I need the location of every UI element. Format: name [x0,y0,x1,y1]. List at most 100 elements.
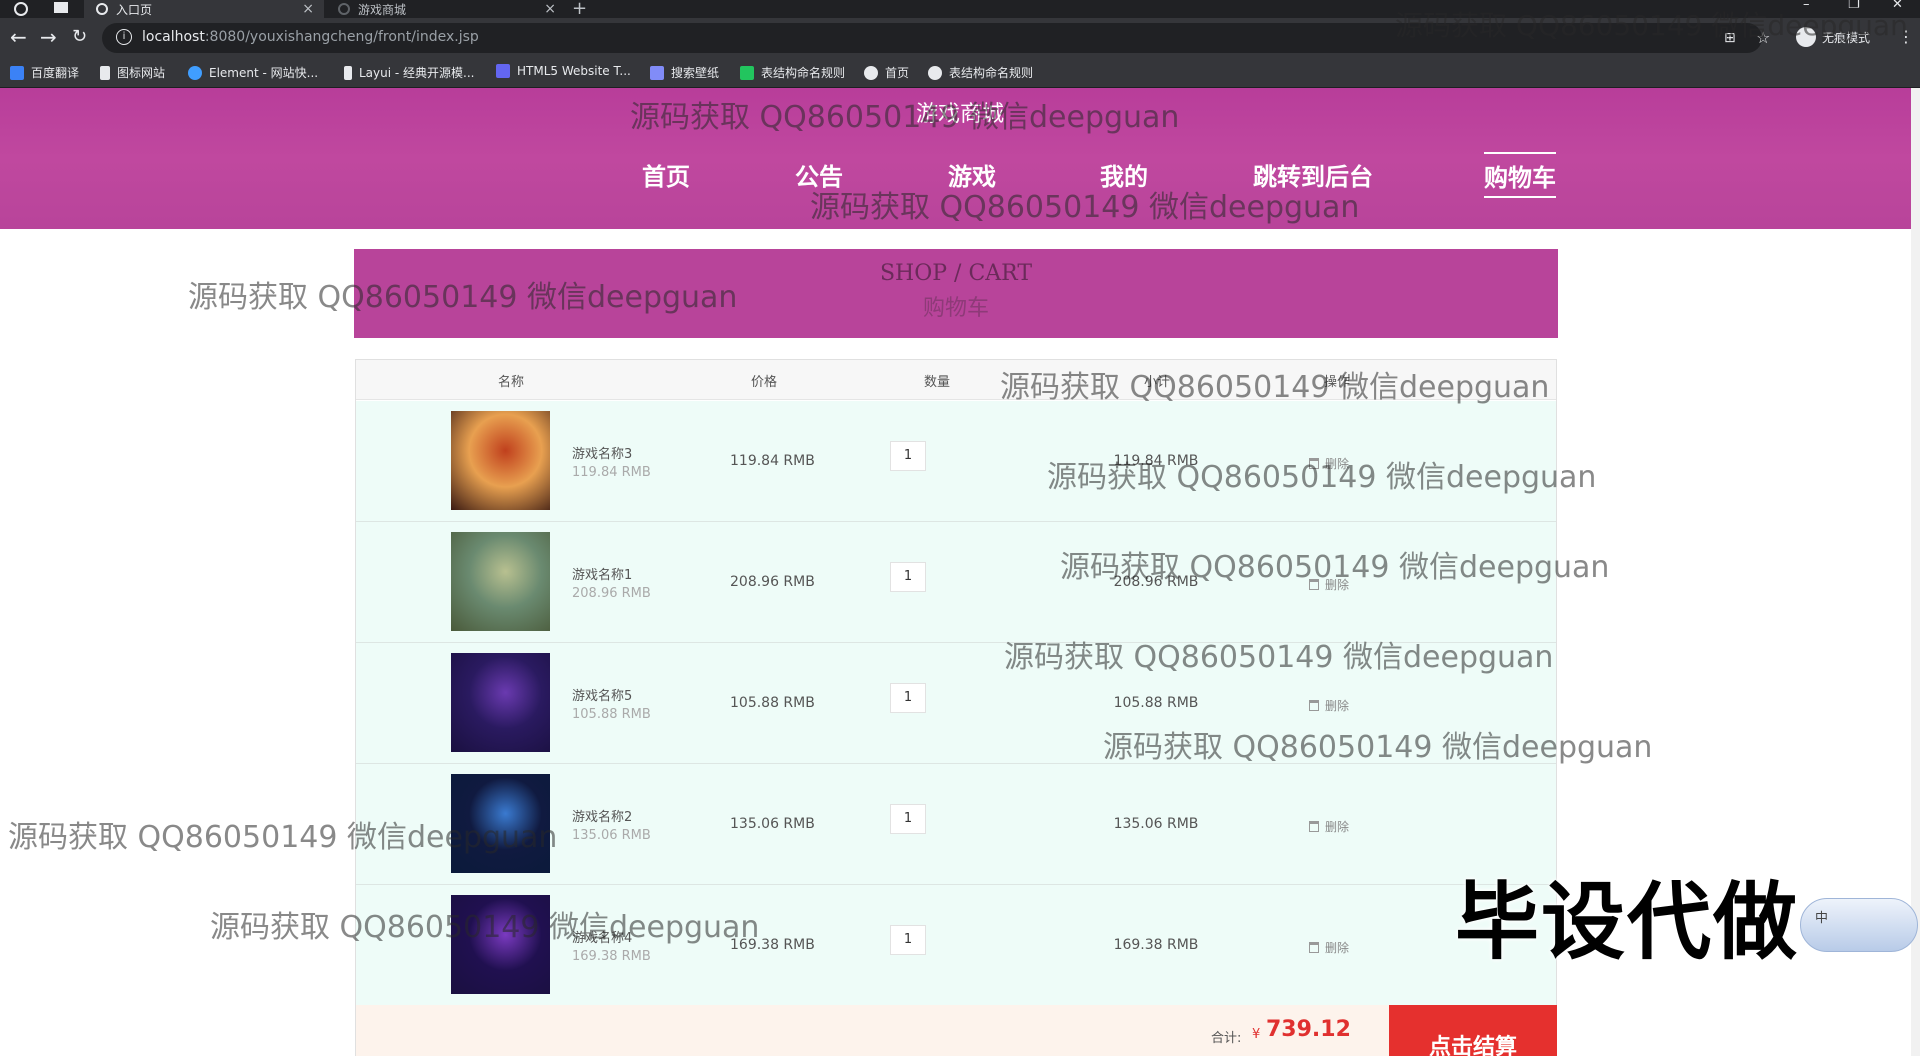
item-subtotal: 105.88 RMB [1113,695,1199,711]
game-name[interactable]: 游戏名称5 [572,685,632,704]
game-name[interactable]: 游戏名称1 [572,564,632,583]
trash-icon [1309,942,1319,953]
ime-toolbar[interactable]: 中 [1800,898,1918,952]
delete-button[interactable]: 删除 [1309,939,1349,956]
trash-icon [1309,821,1319,832]
bookmark-item[interactable]: 百度翻译 [10,64,79,81]
restore-icon[interactable]: ❐ [1848,0,1860,12]
quantity-input[interactable]: 1 [890,925,926,955]
url-text[interactable]: localhost:8080/youxishangcheng/front/ind… [142,29,479,45]
bookmark-label: HTML5 Website T... [517,64,631,78]
close-icon[interactable]: × [544,1,556,17]
item-subtotal: 208.96 RMB [1113,574,1199,590]
bookmark-label: Layui - 经典开源模... [359,66,475,80]
quantity-input[interactable]: 1 [890,441,926,471]
star-icon[interactable]: ☆ [1756,28,1770,47]
game-name[interactable]: 游戏名称4 [572,927,632,946]
bookmark-item[interactable]: 搜索壁纸 [650,64,719,81]
close-icon[interactable]: × [302,1,314,17]
item-price: 208.96 RMB [730,574,815,590]
game-thumbnail[interactable] [451,532,550,631]
game-unit-price: 169.38 RMB [572,949,651,964]
menu-icon[interactable]: ⋮ [1898,27,1914,46]
cart-banner-zh: 购物车 [922,296,989,321]
currency-symbol: ¥ [1252,1027,1261,1042]
game-name[interactable]: 游戏名称2 [572,806,632,825]
layui-icon [344,65,352,80]
bookmark-label: 图标网站 [117,66,166,80]
item-price: 105.88 RMB [730,695,815,711]
bookmarks-bar: 百度翻译 图标网站 Element - 网站快... Layui - 经典开源模… [0,58,1920,88]
element-icon [188,65,202,80]
tab-entry-page[interactable]: 入口页 × [84,0,324,18]
delete-button[interactable]: 删除 [1309,455,1349,472]
main-nav: 首页 公告 游戏 我的 跳转到后台 购物车 [0,152,1920,198]
nav-notice[interactable]: 公告 [795,152,843,198]
game-name[interactable]: 游戏名称3 [572,443,632,462]
site-title: 游戏商城 [915,102,1004,127]
globe-icon [864,65,878,80]
bookmark-item[interactable]: Element - 网站快... [188,64,318,81]
game-unit-price: 119.84 RMB [572,465,651,480]
delete-label: 删除 [1325,457,1350,471]
minimize-icon[interactable]: – [1803,0,1810,12]
html5-icon [496,64,510,78]
header-subtotal: 小计 [1144,375,1171,390]
delete-label: 删除 [1325,820,1350,834]
delete-label: 删除 [1325,578,1350,592]
quantity-input[interactable]: 1 [890,683,926,713]
back-icon[interactable]: ← [10,25,27,49]
game-thumbnail[interactable] [451,895,550,994]
new-tab-button[interactable]: + [572,0,587,19]
game-thumbnail[interactable] [451,653,550,752]
quantity-input[interactable]: 1 [890,804,926,834]
info-icon[interactable]: i [116,29,132,45]
globe-icon [928,65,942,80]
nav-cart[interactable]: 购物车 [1484,152,1556,198]
promo-overlay-text: 毕设代做 [1455,873,1800,971]
cart-table-header: 名称 价格 数量 小计 操作 [356,360,1556,400]
nav-home[interactable]: 首页 [642,152,690,198]
reload-icon[interactable]: ↻ [72,26,87,47]
bookmark-label: Element - 网站快... [209,66,319,80]
header-price: 价格 [751,375,778,390]
header-name: 名称 [498,375,525,390]
game-unit-price: 135.06 RMB [572,828,651,843]
total-label: 合计: [1211,1031,1242,1046]
bookmark-item[interactable]: 图标网站 [100,64,165,81]
header-action: 操作 [1324,375,1351,390]
trash-icon [1309,458,1319,469]
bookmark-item[interactable]: HTML5 Website T... [496,64,631,78]
bookmark-label: 表结构命名规则 [761,66,846,80]
game-thumbnail[interactable] [451,411,550,510]
bookmark-item[interactable]: 表结构命名规则 [740,64,845,81]
incognito-indicator[interactable]: 无痕模式 [1796,27,1870,47]
bookmark-item[interactable]: 首页 [864,64,909,81]
tab-title: 游戏商城 [358,2,407,17]
game-thumbnail[interactable] [451,774,550,873]
nav-mine[interactable]: 我的 [1100,152,1148,198]
cart-row: 游戏名称3 119.84 RMB 119.84 RMB 1 119.84 RMB… [356,401,1556,522]
checkout-button[interactable]: 点击结算 [1389,1005,1557,1056]
incognito-label: 无痕模式 [1822,30,1871,45]
flag-icon [100,65,110,80]
nav-admin[interactable]: 跳转到后台 [1253,152,1373,198]
address-bar-row: ← → ↻ i localhost:8080/youxishangcheng/f… [0,18,1920,58]
tab-game-mall[interactable]: 游戏商城 × [326,0,566,18]
delete-button[interactable]: 删除 [1309,697,1349,714]
delete-button[interactable]: 删除 [1309,576,1349,593]
translate-page-icon[interactable]: ⊞ [1724,30,1736,46]
delete-button[interactable]: 删除 [1309,818,1349,835]
forward-icon[interactable]: → [40,25,57,49]
quantity-input[interactable]: 1 [890,562,926,592]
close-window-icon[interactable]: ✕ [1892,0,1903,12]
bookmark-label: 首页 [885,66,910,80]
bookmark-item[interactable]: Layui - 经典开源模... [344,64,474,81]
bookmark-item[interactable]: 表结构命名规则 [928,64,1033,81]
nav-games[interactable]: 游戏 [948,152,996,198]
item-price: 169.38 RMB [730,937,815,953]
address-bar[interactable]: i localhost:8080/youxishangcheng/front/i… [102,23,1762,53]
ime-label: 中 [1815,911,1829,926]
bookmark-label: 百度翻译 [31,66,80,80]
cart-banner: SHOP / CART 购物车 [354,249,1558,338]
